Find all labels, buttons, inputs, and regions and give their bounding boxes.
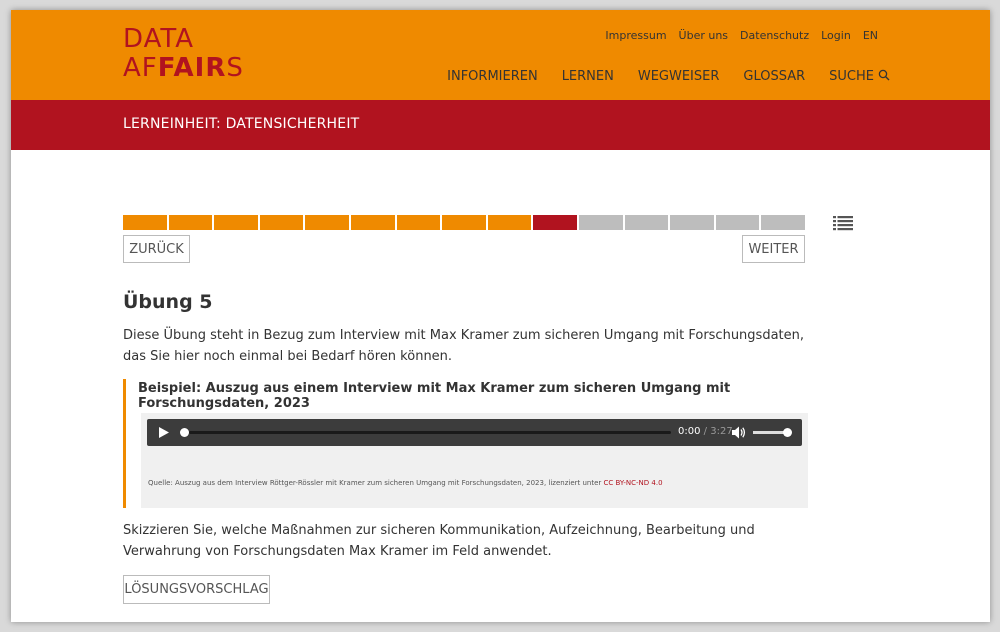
- progress-step[interactable]: [259, 215, 304, 230]
- logo-line-1: DATA: [123, 24, 194, 54]
- progress-bar: [123, 215, 805, 230]
- progress-step[interactable]: [442, 215, 486, 230]
- example-block: Beispiel: Auszug aus einem Interview mit…: [123, 379, 808, 508]
- progress-step[interactable]: [487, 215, 532, 230]
- progress-step[interactable]: [715, 215, 760, 230]
- nav-item-informieren[interactable]: INFORMIEREN: [447, 69, 538, 84]
- audio-player: 0:00 / 3:27: [147, 419, 802, 446]
- progress-step[interactable]: [578, 215, 623, 230]
- volume-icon[interactable]: [732, 426, 746, 439]
- progress-step[interactable]: [214, 215, 258, 230]
- logo-part-af: AF: [123, 53, 158, 83]
- progress-step[interactable]: [350, 215, 395, 230]
- util-link-login[interactable]: Login: [821, 29, 851, 42]
- main-nav: INFORMIEREN LERNEN WEGWEISER GLOSSAR SUC…: [447, 69, 890, 84]
- nav-item-lernen[interactable]: LERNEN: [562, 69, 614, 84]
- volume-slider[interactable]: [753, 431, 786, 434]
- progress-step[interactable]: [761, 215, 805, 230]
- license-link[interactable]: CC BY-NC-ND 4.0: [604, 479, 663, 487]
- util-link-ueber-uns[interactable]: Über uns: [679, 29, 729, 42]
- util-link-language[interactable]: EN: [863, 29, 878, 42]
- example-title: Beispiel: Auszug aus einem Interview mit…: [138, 381, 731, 411]
- progress-step[interactable]: [533, 215, 577, 230]
- site-header: DATA AFFAIRS Impressum Über uns Datensch…: [11, 10, 990, 100]
- util-link-impressum[interactable]: Impressum: [605, 29, 666, 42]
- play-icon[interactable]: [159, 427, 169, 438]
- progress-step[interactable]: [123, 215, 167, 230]
- progress-step[interactable]: [670, 215, 714, 230]
- duration: 3:27: [710, 426, 733, 437]
- next-button[interactable]: WEITER: [742, 235, 805, 263]
- util-link-datenschutz[interactable]: Datenschutz: [740, 29, 809, 42]
- logo-part-s: S: [226, 53, 244, 83]
- nav-item-glossar[interactable]: GLOSSAR: [743, 69, 805, 84]
- time-display: 0:00 / 3:27: [678, 426, 733, 437]
- unit-title: LERNEINHEIT: DATENSICHERHEIT: [123, 116, 360, 132]
- browser-page: DATA AFFAIRS Impressum Über uns Datensch…: [11, 10, 990, 622]
- time-separator: /: [703, 426, 708, 437]
- nav-item-suche[interactable]: SUCHE: [829, 69, 890, 84]
- exercise-title: Übung 5: [123, 291, 213, 313]
- solution-button[interactable]: LÖSUNGSVORSCHLAG: [123, 575, 270, 604]
- exercise-intro: Diese Übung steht in Bezug zum Interview…: [123, 328, 805, 364]
- logo-line-2: AFFAIRS: [123, 54, 244, 83]
- unit-banner: LERNEINHEIT: DATENSICHERHEIT: [11, 100, 990, 150]
- caption-text: Quelle: Auszug aus dem Interview Röttger…: [148, 479, 604, 487]
- utility-nav: Impressum Über uns Datenschutz Login EN: [605, 29, 878, 42]
- progress-step[interactable]: [624, 215, 669, 230]
- media-box: 0:00 / 3:27 Quelle: Auszug aus dem Inter…: [141, 413, 808, 508]
- exercise-task: Skizzieren Sie, welche Maßnahmen zur sic…: [123, 523, 755, 559]
- site-logo[interactable]: DATA AFFAIRS: [123, 25, 244, 83]
- source-caption: Quelle: Auszug aus dem Interview Röttger…: [148, 479, 663, 487]
- progress-step[interactable]: [168, 215, 213, 230]
- progress-step[interactable]: [305, 215, 349, 230]
- current-time: 0:00: [678, 426, 701, 437]
- back-button[interactable]: ZURÜCK: [123, 235, 190, 263]
- seek-handle[interactable]: [180, 428, 189, 437]
- logo-part-fair: FAIR: [157, 53, 227, 83]
- nav-item-wegweiser[interactable]: WEGWEISER: [638, 69, 720, 84]
- nav-item-suche-label: SUCHE: [829, 69, 874, 84]
- list-icon[interactable]: [833, 215, 853, 231]
- search-icon: [878, 69, 890, 80]
- volume-handle[interactable]: [783, 428, 792, 437]
- seek-bar[interactable]: [189, 431, 671, 434]
- progress-step[interactable]: [396, 215, 441, 230]
